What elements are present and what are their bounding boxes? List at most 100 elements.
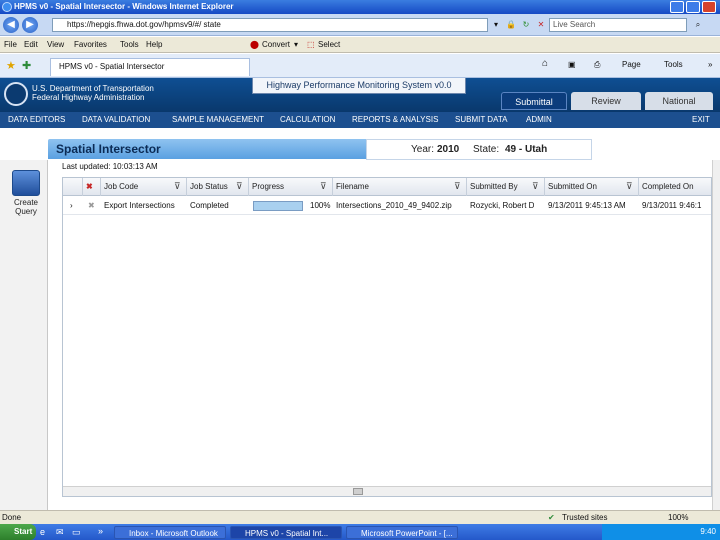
nav-data-editors[interactable]: DATA EDITORS <box>8 112 65 128</box>
nav-submit-data[interactable]: SUBMIT DATA <box>455 112 507 128</box>
favorites-star-icon[interactable]: ★ <box>6 59 16 72</box>
zoom-level[interactable]: 100% <box>668 511 688 524</box>
tab-hpms[interactable]: HPMS v0 - Spatial Intersector <box>50 58 250 76</box>
url-input[interactable]: https://hepgis.fhwa.dot.gov/hpmsv9/#/ st… <box>52 18 488 32</box>
filter-icon[interactable]: ⊽ <box>236 182 244 191</box>
agency-name: Federal Highway Administration <box>32 93 145 102</box>
col-submitted-by-label: Submitted By <box>470 182 518 191</box>
nav-admin[interactable]: ADMIN <box>526 112 552 128</box>
menu-file[interactable]: File <box>4 37 17 53</box>
cell-completed-on: 9/13/2011 9:46:1 <box>642 201 702 210</box>
col-progress[interactable]: Progress ⊽ <box>249 178 333 196</box>
menu-view[interactable]: View <box>47 37 64 53</box>
filter-icon[interactable]: ⊽ <box>532 182 540 191</box>
menu-tools[interactable]: Tools <box>120 37 139 53</box>
start-button[interactable]: Start <box>0 524 36 540</box>
select-button[interactable]: Select <box>318 37 340 53</box>
address-bar: ◀ ▶ https://hepgis.fhwa.dot.gov/hpmsv9/#… <box>0 14 720 36</box>
cell-submitted-on: 9/13/2011 9:45:13 AM <box>548 201 626 210</box>
create-query-icon[interactable] <box>12 170 40 196</box>
minimize-button[interactable] <box>670 1 684 13</box>
filter-icon[interactable]: ⊽ <box>320 182 328 191</box>
system-tray: 9:40 <box>602 524 720 540</box>
url-dropdown-icon[interactable]: ▾ <box>490 18 502 32</box>
vertical-scrollbar[interactable] <box>712 160 720 510</box>
col-submitted-on[interactable]: Submitted On ⊽ <box>545 178 639 196</box>
filter-icon[interactable]: ⊽ <box>174 182 182 191</box>
tools-menu[interactable]: Tools <box>664 60 683 69</box>
progress-bar <box>253 201 303 211</box>
feeds-icon[interactable]: ▣ <box>568 60 576 69</box>
delete-col-icon: ✖ <box>83 178 101 196</box>
convert-button[interactable]: Convert <box>262 37 290 53</box>
cell-submitted-by: Rozycki, Robert D <box>470 201 535 210</box>
taskbar-item-outlook[interactable]: Inbox - Microsoft Outlook <box>114 526 226 539</box>
add-favorites-icon[interactable]: ✚ <box>22 59 31 72</box>
convert-dropdown-icon[interactable]: ▾ <box>294 37 298 53</box>
taskbar: Start e ✉ ▭ » Inbox - Microsoft Outlook … <box>0 524 720 540</box>
state-value: 49 - Utah <box>505 144 548 155</box>
col-job-code[interactable]: Job Code ⊽ <box>101 178 187 196</box>
year-label: Year: <box>411 144 434 155</box>
menu-help[interactable]: Help <box>146 37 162 53</box>
create-query-button[interactable]: Create Query <box>4 198 48 216</box>
maximize-button[interactable] <box>686 1 700 13</box>
taskbar-item-hpms[interactable]: HPMS v0 - Spatial Int... <box>230 526 342 539</box>
filter-icon[interactable]: ⊽ <box>626 182 634 191</box>
state-label: State: <box>473 144 500 155</box>
clock[interactable]: 9:40 <box>700 527 716 536</box>
tab-submittal[interactable]: Submittal <box>501 92 567 110</box>
back-button[interactable]: ◀ <box>3 17 19 33</box>
ie-quicklaunch-icon[interactable]: e <box>40 527 45 537</box>
col-progress-label: Progress <box>252 182 285 191</box>
nav-calculation[interactable]: CALCULATION <box>280 112 335 128</box>
close-button[interactable] <box>702 1 716 13</box>
delete-row-icon[interactable]: ✖ <box>85 197 99 215</box>
filter-icon[interactable]: ⊽ <box>454 182 462 191</box>
year-state-panel: Year: 2010 State: 49 - Utah <box>366 139 592 160</box>
table-row[interactable]: › ✖ Export Intersections Completed 100% … <box>63 197 711 215</box>
page-menu[interactable]: Page <box>622 60 641 69</box>
forward-button[interactable]: ▶ <box>22 17 38 33</box>
print-icon[interactable]: ⎙ <box>594 60 600 70</box>
col-submitted-by[interactable]: Submitted By ⊽ <box>467 178 545 196</box>
chevron-right-icon[interactable]: » <box>708 60 712 69</box>
nav-reports-analysis[interactable]: REPORTS & ANALYSIS <box>352 112 438 128</box>
col-filename[interactable]: Filename ⊽ <box>333 178 467 196</box>
expand-row-icon[interactable]: › <box>67 197 81 215</box>
scroll-thumb[interactable] <box>353 488 363 495</box>
cell-job-code: Export Intersections <box>104 201 175 210</box>
lock-icon[interactable]: 🔒 <box>505 18 517 32</box>
cell-filename[interactable]: Intersections_2010_49_9402.zip <box>333 197 467 215</box>
horizontal-scrollbar[interactable] <box>63 486 711 496</box>
nav-exit[interactable]: EXIT <box>692 112 710 128</box>
year-value: 2010 <box>437 144 460 155</box>
desktop-quicklaunch-icon[interactable]: ▭ <box>72 527 81 538</box>
menu-favorites[interactable]: Favorites <box>74 37 107 53</box>
refresh-icon[interactable]: ↻ <box>520 18 532 32</box>
col-completed-on-label: Completed On <box>642 182 694 191</box>
stop-icon[interactable]: ✕ <box>535 18 547 32</box>
nav-sample-management[interactable]: SAMPLE MANAGEMENT <box>172 112 264 128</box>
nav-data-validation[interactable]: DATA VALIDATION <box>82 112 150 128</box>
security-zone[interactable]: Trusted sites <box>562 511 608 524</box>
search-input[interactable]: Live Search <box>549 18 687 32</box>
tab-national[interactable]: National <box>645 92 713 110</box>
home-icon[interactable]: ⌂ <box>542 58 548 69</box>
outlook-quicklaunch-icon[interactable]: ✉ <box>56 527 64 538</box>
col-job-status[interactable]: Job Status ⊽ <box>187 178 249 196</box>
page-title: Spatial Intersector <box>48 139 368 159</box>
taskbar-item-powerpoint[interactable]: Microsoft PowerPoint - [... <box>346 526 458 539</box>
cell-job-status: Completed <box>190 201 229 210</box>
app-header: U.S. Department of Transportation Federa… <box>0 78 720 112</box>
search-icon[interactable]: ⌕ <box>692 18 704 32</box>
progress-fill <box>254 202 302 210</box>
tab-review[interactable]: Review <box>571 92 641 110</box>
menu-edit[interactable]: Edit <box>24 37 38 53</box>
col-completed-on[interactable]: Completed On <box>639 178 711 196</box>
menu-bar: File Edit View Favorites Tools Help ⬤ Co… <box>0 37 720 53</box>
col-filename-label: Filename <box>336 182 369 191</box>
status-bar: Done ✔ Trusted sites 100% <box>0 510 720 524</box>
status-text: Done <box>2 513 22 522</box>
chevron-right-icon[interactable]: » <box>98 526 103 536</box>
